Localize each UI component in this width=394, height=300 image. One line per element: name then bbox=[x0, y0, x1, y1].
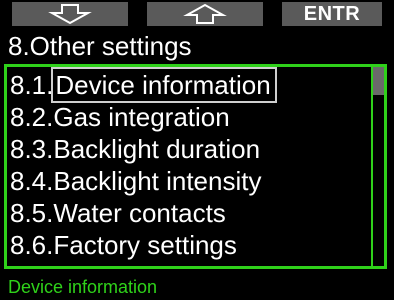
enter-softkey-label: ENTR bbox=[303, 2, 361, 25]
menu-item-number: 8.2. bbox=[10, 102, 54, 132]
menu-item-water-contacts[interactable]: 8.5.Water contacts bbox=[10, 197, 226, 229]
menu-item-backlight-intensity[interactable]: 8.4.Backlight intensity bbox=[10, 165, 261, 197]
arrow-up-outline-icon bbox=[183, 3, 227, 24]
menu-item-label: Backlight duration bbox=[53, 134, 261, 164]
scrollbar[interactable] bbox=[371, 67, 384, 266]
up-softkey[interactable] bbox=[147, 2, 263, 26]
scroll-thumb[interactable] bbox=[373, 67, 384, 95]
menu-item-label: Device information bbox=[51, 67, 277, 103]
menu-item-label: Factory settings bbox=[53, 230, 237, 260]
menu-item-label: Water contacts bbox=[53, 198, 226, 228]
menu-item-device-information[interactable]: 8.1.Device information bbox=[10, 67, 277, 103]
menu-item-number: 8.5. bbox=[10, 198, 54, 228]
down-softkey[interactable] bbox=[12, 2, 128, 26]
menu-item-number: 8.6. bbox=[10, 230, 54, 260]
softkey-bar: ENTR bbox=[0, 0, 394, 30]
menu-item-number: 8.3. bbox=[10, 134, 54, 164]
menu-item-label: Backlight intensity bbox=[53, 166, 262, 196]
enter-softkey[interactable]: ENTR bbox=[282, 2, 382, 26]
menu-item-number: 8.1. bbox=[10, 70, 54, 100]
menu-frame: 8.1.Device information 8.2.Gas integrati… bbox=[4, 64, 387, 269]
menu-item-backlight-duration[interactable]: 8.3.Backlight duration bbox=[10, 133, 260, 165]
menu-item-gas-integration[interactable]: 8.2.Gas integration bbox=[10, 101, 230, 133]
menu-list: 8.1.Device information 8.2.Gas integrati… bbox=[7, 67, 375, 266]
menu-item-factory-settings[interactable]: 8.6.Factory settings bbox=[10, 229, 237, 261]
menu-item-label: Gas integration bbox=[53, 102, 230, 132]
menu-item-number: 8.4. bbox=[10, 166, 54, 196]
arrow-down-outline-icon bbox=[48, 4, 92, 25]
page-title: 8.Other settings bbox=[8, 31, 192, 61]
help-text: Device information bbox=[8, 277, 158, 297]
